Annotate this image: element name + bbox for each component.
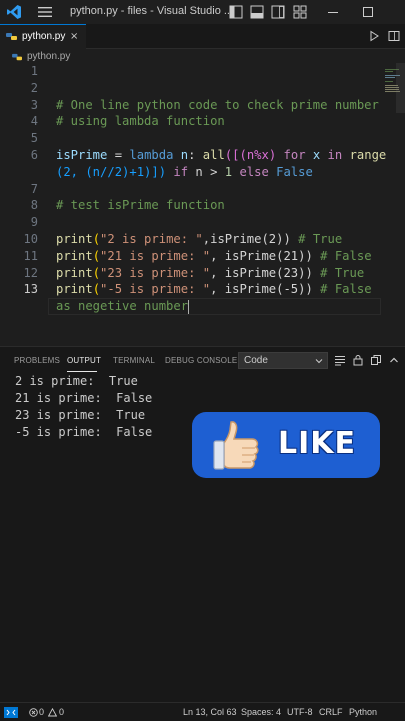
output-line: -5 is prime: False xyxy=(15,425,153,439)
line-number: 12 xyxy=(23,265,38,280)
chevron-up-icon[interactable] xyxy=(388,354,400,366)
error-count[interactable]: 0 xyxy=(39,707,44,717)
code-line: 3 # One line python code to check prime … xyxy=(0,97,405,114)
minimize-icon[interactable] xyxy=(326,4,340,20)
output-channel-select[interactable]: Code xyxy=(238,352,328,369)
warning-icon[interactable] xyxy=(48,708,57,717)
code-text: isPrime = lambda n: all([(n%x) for x in … xyxy=(56,148,387,162)
code-text: (2, (n//2)+1)]) if n > 1 else False xyxy=(56,164,313,179)
code-text: print("-5 is prime: ", isPrime(-5)) # Fa… xyxy=(56,282,372,297)
hamburger-menu-icon[interactable] xyxy=(37,5,53,19)
line-number: 5 xyxy=(30,131,38,146)
lock-icon[interactable] xyxy=(352,354,364,366)
list-filter-icon[interactable] xyxy=(334,354,346,366)
line-number: 6 xyxy=(30,148,38,162)
split-editor-icon[interactable] xyxy=(388,30,400,42)
line-number: 2 xyxy=(30,80,38,95)
code-line: 8 # test isPrime function xyxy=(0,197,405,214)
status-bar: 0 0 Ln 13, Col 63 Spaces: 4 UTF-8 CRLF P… xyxy=(0,702,405,721)
like-label: LIKE xyxy=(278,426,357,461)
line-number: 11 xyxy=(23,248,38,263)
layout-secondary-sidebar-icon[interactable] xyxy=(271,5,285,19)
remote-indicator-icon[interactable] xyxy=(4,707,18,718)
line-number: 4 xyxy=(30,114,38,129)
tab-debug-console[interactable]: DEBUG CONSOLE xyxy=(165,356,237,365)
code-text: print("23 is prime: ", isPrime(23)) # Tr… xyxy=(56,265,365,280)
output-line: 2 is prime: True xyxy=(15,374,138,388)
line-number: 8 xyxy=(30,198,38,213)
output-channel-value: Code xyxy=(244,355,268,366)
active-tab-indicator xyxy=(67,371,97,372)
text-cursor xyxy=(188,299,190,314)
code-line: 12 print("23 is prime: ", isPrime(23)) #… xyxy=(0,265,405,282)
code-line-active: 13 print("-5 is prime: ", isPrime(-5)) #… xyxy=(0,281,405,298)
python-file-icon xyxy=(12,53,22,61)
like-sticker: LIKE xyxy=(192,412,380,478)
python-file-icon xyxy=(6,33,17,40)
vscode-logo-icon[interactable] xyxy=(6,4,22,20)
tab-terminal[interactable]: TERMINAL xyxy=(113,356,155,365)
title-bar: python.py - files - Visual Studio ... xyxy=(0,0,405,24)
warning-count[interactable]: 0 xyxy=(59,707,64,717)
line-number: 3 xyxy=(30,97,38,112)
line-number: 10 xyxy=(23,232,38,246)
line-number: 7 xyxy=(30,181,38,196)
code-comment: # One line python code to check prime nu… xyxy=(56,97,379,112)
line-number: 13 xyxy=(23,282,38,297)
tab-problems[interactable]: PROBLEMS xyxy=(14,356,60,365)
encoding[interactable]: UTF-8 xyxy=(287,707,313,717)
code-line: 6 isPrime = lambda n: all([(n%x) for x i… xyxy=(0,147,405,164)
breadcrumb-file[interactable]: python.py xyxy=(27,51,70,62)
end-of-line[interactable]: CRLF xyxy=(319,707,343,717)
code-line: 7 xyxy=(0,181,405,198)
code-line: 2 xyxy=(0,80,405,97)
output-line: 21 is prime: False xyxy=(15,391,153,405)
bottom-panel: PROBLEMS OUTPUT TERMINAL DEBUG CONSOLE C… xyxy=(0,346,405,702)
output-line: 23 is prime: True xyxy=(15,408,146,422)
editor-tab-bar: python.py × xyxy=(0,24,405,49)
cursor-position[interactable]: Ln 13, Col 63 xyxy=(183,707,237,717)
code-comment: # using lambda function xyxy=(56,114,225,129)
close-icon[interactable]: × xyxy=(70,31,78,42)
window-title: python.py - files - Visual Studio ... xyxy=(70,5,234,17)
tab-python-py[interactable]: python.py × xyxy=(0,24,86,49)
language-mode[interactable]: Python xyxy=(349,707,377,717)
code-line: 1 xyxy=(0,63,405,80)
code-editor[interactable]: 1 2 3 # One line python code to check pr… xyxy=(0,63,405,345)
code-line: 11 print("21 is prime: ", isPrime(21)) #… xyxy=(0,248,405,265)
indentation[interactable]: Spaces: 4 xyxy=(241,707,281,717)
code-text: print("2 is prime: ",isPrime(2)) # True xyxy=(56,232,343,246)
thumbs-up-icon xyxy=(213,421,259,470)
code-line-wrapped: as negetive number xyxy=(0,298,405,315)
code-text: print("21 is prime: ", isPrime(21)) # Fa… xyxy=(56,248,372,263)
run-python-file-icon[interactable] xyxy=(368,30,380,42)
code-line: 4 # using lambda function xyxy=(0,113,405,130)
tab-output[interactable]: OUTPUT xyxy=(67,356,101,365)
editor-scrollbar[interactable] xyxy=(396,63,405,113)
code-line: 9 xyxy=(0,214,405,231)
line-number: 1 xyxy=(30,64,38,78)
customize-layout-icon[interactable] xyxy=(293,5,307,19)
layout-primary-sidebar-icon[interactable] xyxy=(229,5,243,19)
code-line: 10 print("2 is prime: ",isPrime(2)) # Tr… xyxy=(0,231,405,248)
code-line: 5 xyxy=(0,130,405,147)
maximize-icon[interactable] xyxy=(361,4,375,20)
code-text: as negetive number xyxy=(56,299,190,314)
tab-label: python.py xyxy=(22,31,66,42)
line-number: 9 xyxy=(30,215,38,230)
code-line-wrapped: (2, (n//2)+1)]) if n > 1 else False xyxy=(0,164,405,181)
copy-icon[interactable] xyxy=(370,354,382,366)
error-icon[interactable] xyxy=(29,708,38,717)
layout-panel-icon[interactable] xyxy=(250,5,264,19)
code-comment: # test isPrime function xyxy=(56,198,225,213)
chevron-down-icon xyxy=(315,359,323,364)
